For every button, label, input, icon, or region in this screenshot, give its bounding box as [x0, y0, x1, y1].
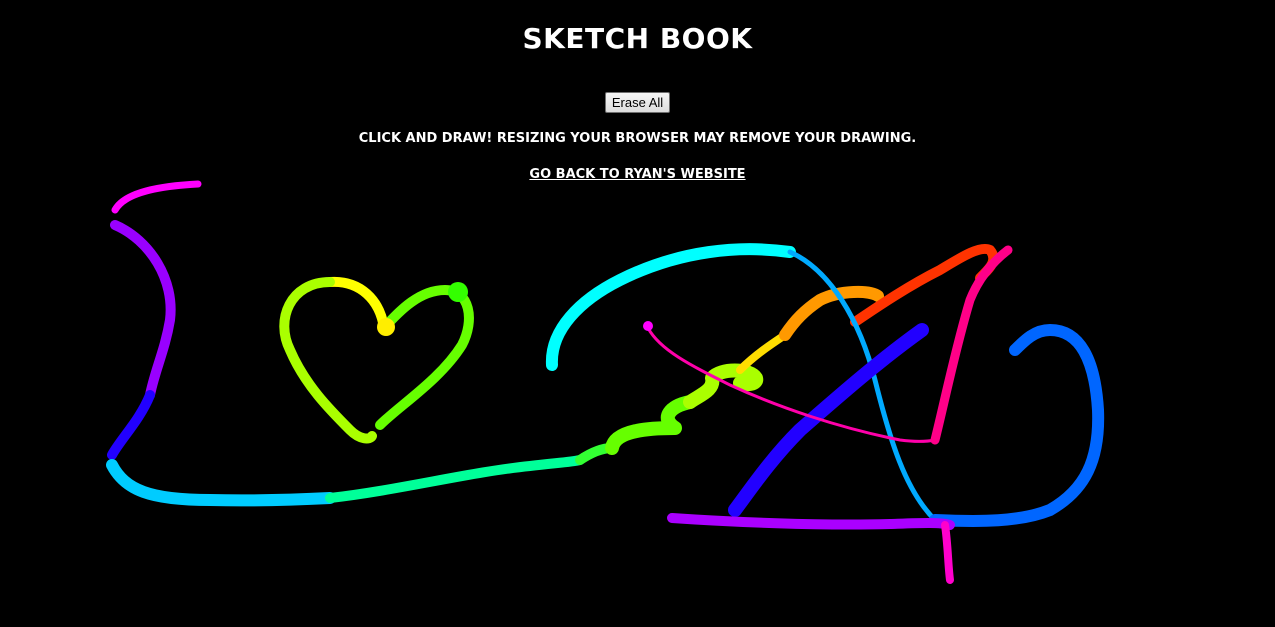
- stroke-cyan-arc: [545, 243, 796, 371]
- stroke-heart-dot: [377, 318, 395, 336]
- stroke-left-loop: [325, 455, 585, 503]
- stroke-left-loop: [106, 459, 336, 507]
- drawing-strokes: [106, 180, 1105, 584]
- stroke-left-loop: [736, 331, 789, 374]
- stroke-left-loop: [110, 220, 176, 400]
- drawing-canvas[interactable]: [0, 0, 1275, 627]
- stroke-magenta-dot: [643, 321, 653, 331]
- stroke-blue-diagonal: [728, 323, 929, 517]
- stroke-heart: [375, 285, 474, 430]
- stroke-left-loop: [107, 390, 155, 460]
- stroke-violet-line: [667, 513, 955, 530]
- stroke-left-loop: [111, 180, 202, 214]
- stroke-magenta-line: [941, 521, 954, 584]
- stroke-magenta-line: [930, 245, 1013, 445]
- stroke-heart-dot: [448, 282, 468, 302]
- stroke-blue-loop: [929, 324, 1105, 527]
- stroke-heart: [279, 277, 377, 444]
- stroke-left-loop: [605, 395, 697, 455]
- stroke-left-loop: [683, 363, 764, 409]
- stroke-heart: [325, 276, 389, 333]
